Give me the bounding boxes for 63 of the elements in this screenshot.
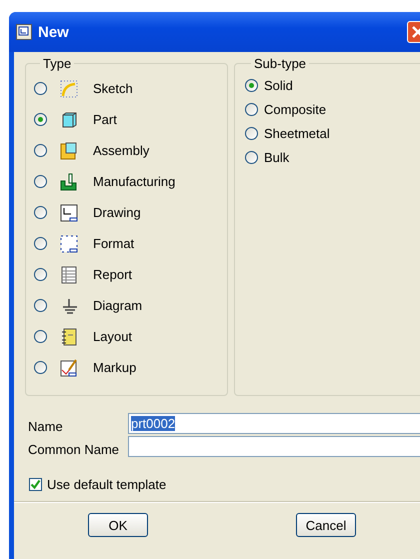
type-option[interactable]: Sketch (26, 73, 227, 104)
manufacturing-icon (59, 172, 79, 192)
option-label: Format (93, 236, 134, 251)
sub-type-option[interactable]: Composite (235, 97, 420, 121)
window-title: New (38, 24, 69, 40)
option-label: Composite (264, 102, 326, 116)
type-option[interactable]: Report (26, 259, 227, 290)
cancel-button[interactable]: Cancel (296, 513, 356, 537)
type-option[interactable]: Format (26, 228, 227, 259)
type-option[interactable]: Markup (26, 352, 227, 383)
field-value: prt0002 (131, 416, 176, 431)
text-field[interactable] (128, 436, 420, 457)
type-option[interactable]: Diagram (26, 290, 227, 321)
markup-icon (59, 358, 79, 378)
radio-button[interactable] (34, 206, 47, 219)
notebook-icon (59, 326, 79, 346)
app-icon (16, 24, 32, 40)
format-icon (59, 234, 79, 254)
option-label: Part (93, 112, 117, 127)
radio-button[interactable] (34, 268, 47, 281)
type-option[interactable]: Assembly (26, 135, 227, 166)
report-icon (59, 264, 79, 284)
radio-button[interactable] (34, 82, 47, 95)
option-label: Solid (264, 78, 293, 92)
checkbox[interactable] (29, 478, 42, 491)
ok-button[interactable]: OK (88, 513, 148, 537)
sub-type-option[interactable]: Sheetmetal (235, 121, 420, 145)
option-label: Sketch (93, 81, 133, 96)
assembly-icon (59, 140, 79, 160)
group-label: Sub-type (253, 56, 308, 71)
option-label: Report (93, 267, 132, 282)
group-label: Type (42, 56, 72, 71)
radio-button[interactable] (245, 150, 258, 164)
sub-type-option[interactable]: Bulk (235, 145, 420, 169)
radio-button[interactable] (34, 361, 47, 374)
radio-button[interactable] (245, 102, 258, 116)
option-label: Sheetmetal (264, 126, 330, 140)
option-label: Manufacturing (93, 174, 176, 189)
radio-button[interactable] (34, 113, 47, 126)
type-option[interactable]: Manufacturing (26, 166, 227, 197)
radio-button[interactable] (245, 126, 258, 140)
type-option[interactable]: Part (26, 104, 227, 135)
type-option[interactable]: Layout (26, 321, 227, 352)
type-option[interactable]: Drawing (26, 197, 227, 228)
option-label: Assembly (93, 143, 150, 158)
option-label: Markup (93, 360, 136, 375)
radio-button[interactable] (245, 78, 258, 92)
field-label: Common Name (28, 441, 120, 457)
radio-button[interactable] (34, 144, 47, 157)
radio-button[interactable] (34, 237, 47, 250)
field-label: Name (28, 418, 64, 434)
sketch-icon (59, 78, 79, 98)
option-label: Layout (93, 329, 132, 344)
text-field[interactable]: prt0002 (128, 413, 420, 434)
radio-button[interactable] (34, 175, 47, 188)
option-label: Diagram (93, 298, 142, 313)
sub-type-option[interactable]: Solid (235, 73, 420, 97)
option-label: Drawing (93, 205, 141, 220)
option-label: Bulk (264, 150, 290, 164)
radio-button[interactable] (34, 299, 47, 312)
drawing-icon (59, 202, 79, 222)
checkbox-label: Use default template (47, 477, 166, 492)
radio-button[interactable] (34, 330, 47, 343)
